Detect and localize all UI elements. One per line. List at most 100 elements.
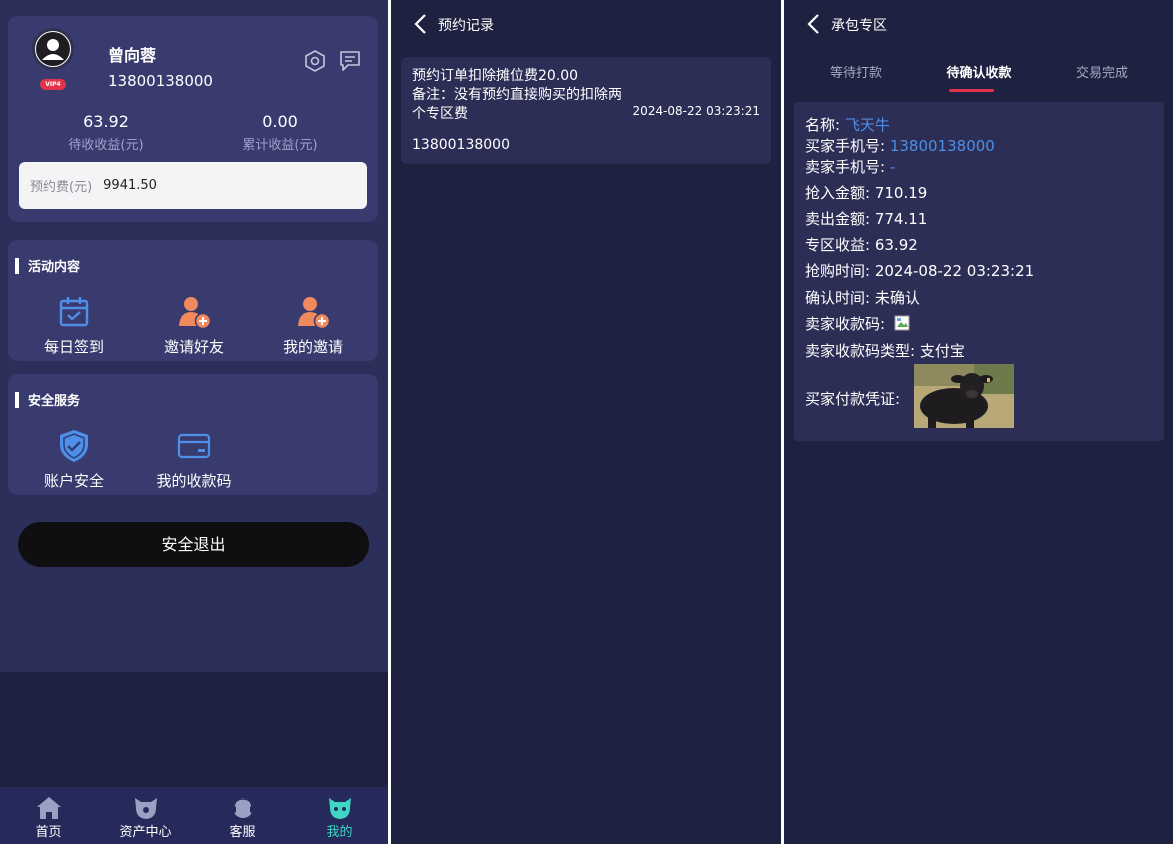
detail-name-value: 飞天牛 xyxy=(844,116,890,134)
asset-icon xyxy=(134,798,157,819)
buyer-phone-row: 买家手机号: 13800138000 xyxy=(805,135,995,156)
shield-check-icon xyxy=(60,430,88,462)
buy-amount-row: 抢入金额: 710.19 xyxy=(805,182,927,203)
confirm-time-label: 确认时间: xyxy=(805,289,871,307)
tab-support-label: 客服 xyxy=(229,825,256,840)
profile-screen: VIP4 曾向蓉 13800138000 63.92 待收收益(元) 0.00 … xyxy=(0,0,388,844)
grab-time-row: 抢购时间: 2024-08-22 03:23:21 xyxy=(805,260,1034,281)
profile-card: VIP4 曾向蓉 13800138000 63.92 待收收益(元) 0.00 … xyxy=(8,16,378,222)
user-avatar-icon xyxy=(36,32,70,66)
seller-qr-type-label: 卖家收款码类型: xyxy=(805,342,916,360)
record-item: 预约订单扣除摊位费20.00 备注：没有预约直接购买的扣除两 个专区费 2024… xyxy=(401,57,771,164)
page-title: 承包专区 xyxy=(831,18,887,34)
account-security-label: 账户安全 xyxy=(43,472,104,490)
confirm-time-value: 未确认 xyxy=(874,289,920,307)
total-income-label: 累计收益(元) xyxy=(242,138,318,153)
user-phone: 13800138000 xyxy=(108,72,213,90)
my-payment-code-label: 我的收款码 xyxy=(156,472,232,490)
security-section-title: 安全服务 xyxy=(15,390,80,409)
contract-zone-screen: 承包专区 等待打款 待确认收款 交易完成 名称: 飞天牛 买家手机号: 1380… xyxy=(784,0,1173,844)
security-section: 安全服务 账户安全 我的收款码 xyxy=(8,374,378,495)
tab-home[interactable]: 首页 xyxy=(0,787,97,844)
activity-section-title: 活动内容 xyxy=(15,256,80,275)
total-income-stat: 0.00 累计收益(元) xyxy=(200,112,360,153)
invite-friends-button[interactable]: 邀请好友 xyxy=(134,294,254,357)
tab-support[interactable]: 客服 xyxy=(194,787,291,844)
tab-assets[interactable]: 资产中心 xyxy=(97,787,194,844)
reservation-fee-value: 9941.50 xyxy=(103,178,157,193)
tab-awaiting-payment[interactable]: 等待打款 xyxy=(796,62,916,81)
my-invitations-button[interactable]: 我的邀请 xyxy=(253,294,373,357)
my-payment-code-button[interactable]: 我的收款码 xyxy=(134,428,254,491)
buyer-phone-value: 13800138000 xyxy=(889,137,995,155)
page-title: 预约记录 xyxy=(438,18,494,34)
user-name: 曾向蓉 xyxy=(108,46,157,65)
pending-income-label: 待收收益(元) xyxy=(68,138,144,153)
tab-assets-label: 资产中心 xyxy=(119,825,172,840)
reservation-records-screen: 预约记录 预约订单扣除摊位费20.00 备注：没有预约直接购买的扣除两 个专区费… xyxy=(391,0,781,844)
section-bar xyxy=(15,257,19,274)
profile-background-bottom xyxy=(0,672,388,787)
section-bar xyxy=(15,391,19,408)
detail-name-label: 名称: xyxy=(805,116,841,134)
tab-completed[interactable]: 交易完成 xyxy=(1042,62,1162,81)
buy-amount-label: 抢入金额: xyxy=(805,184,871,202)
record-line-2: 备注：没有预约直接购买的扣除两 xyxy=(412,87,622,103)
sell-amount-row: 卖出金额: 774.11 xyxy=(805,208,927,229)
avatar[interactable] xyxy=(32,28,74,70)
tab-awaiting-confirmation[interactable]: 待确认收款 xyxy=(919,62,1039,81)
home-icon xyxy=(36,797,61,819)
add-user-icon xyxy=(298,297,331,330)
reservation-fee-label: 预约费(元) xyxy=(30,180,93,195)
card-icon xyxy=(177,433,211,459)
security-title-text: 安全服务 xyxy=(28,394,81,409)
buy-amount-value: 710.19 xyxy=(874,184,928,202)
grab-time-label: 抢购时间: xyxy=(805,262,871,280)
seller-qr-label: 卖家收款码: xyxy=(805,315,886,333)
pending-income-stat: 63.92 待收收益(元) xyxy=(26,112,186,153)
sell-amount-label: 卖出金额: xyxy=(805,210,871,228)
pending-income-value: 63.92 xyxy=(83,112,129,131)
invite-friends-label: 邀请好友 xyxy=(163,338,224,356)
my-invitations-label: 我的邀请 xyxy=(282,338,343,356)
seller-phone-value: - xyxy=(889,158,896,176)
bottom-tab-bar: 首页 资产中心 客服 我的 xyxy=(0,787,388,844)
settings-icon[interactable] xyxy=(304,50,326,72)
back-icon[interactable] xyxy=(806,13,820,35)
seller-phone-row: 卖家手机号: - xyxy=(805,156,895,177)
payment-proof-image[interactable] xyxy=(914,364,1014,428)
reservation-fee-box: 预约费(元) 9941.50 xyxy=(19,162,367,209)
sell-amount-value: 774.11 xyxy=(874,210,928,228)
message-icon[interactable] xyxy=(339,50,361,72)
detail-name-row: 名称: 飞天牛 xyxy=(805,114,890,135)
records-header: 预约记录 xyxy=(391,0,781,48)
tab-mine[interactable]: 我的 xyxy=(291,787,388,844)
vip-badge: VIP4 xyxy=(40,79,66,90)
record-line-3: 个专区费 xyxy=(412,106,468,122)
add-user-icon xyxy=(179,297,212,330)
broken-image-icon[interactable] xyxy=(894,315,910,331)
confirm-time-row: 确认时间: 未确认 xyxy=(805,287,920,308)
seller-phone-label: 卖家手机号: xyxy=(805,158,886,176)
daily-checkin-button[interactable]: 每日签到 xyxy=(14,294,134,357)
seller-qr-type-value: 支付宝 xyxy=(919,342,965,360)
zone-income-label: 专区收益: xyxy=(805,236,871,254)
mine-icon xyxy=(328,798,351,819)
logout-button[interactable]: 安全退出 xyxy=(18,522,369,567)
order-detail-card: 名称: 飞天牛 买家手机号: 13800138000 卖家手机号: - 抢入金额… xyxy=(794,102,1164,441)
back-icon[interactable] xyxy=(413,13,427,35)
tab-mine-label: 我的 xyxy=(326,825,353,840)
active-tab-indicator xyxy=(949,89,994,92)
buyer-proof-label: 买家付款凭证: xyxy=(805,390,901,408)
activity-section: 活动内容 每日签到 邀请好友 我的邀请 xyxy=(8,240,378,361)
contract-header: 承包专区 xyxy=(784,0,1173,48)
support-icon xyxy=(231,798,254,818)
seller-qr-row: 卖家收款码: xyxy=(805,313,910,334)
account-security-button[interactable]: 账户安全 xyxy=(14,428,134,491)
daily-checkin-label: 每日签到 xyxy=(43,338,104,356)
record-phone: 13800138000 xyxy=(412,137,510,153)
record-line-1: 预约订单扣除摊位费20.00 xyxy=(412,68,579,84)
buyer-proof-row: 买家付款凭证: xyxy=(805,388,900,409)
tab-home-label: 首页 xyxy=(35,825,62,840)
zone-income-row: 专区收益: 63.92 xyxy=(805,234,918,255)
